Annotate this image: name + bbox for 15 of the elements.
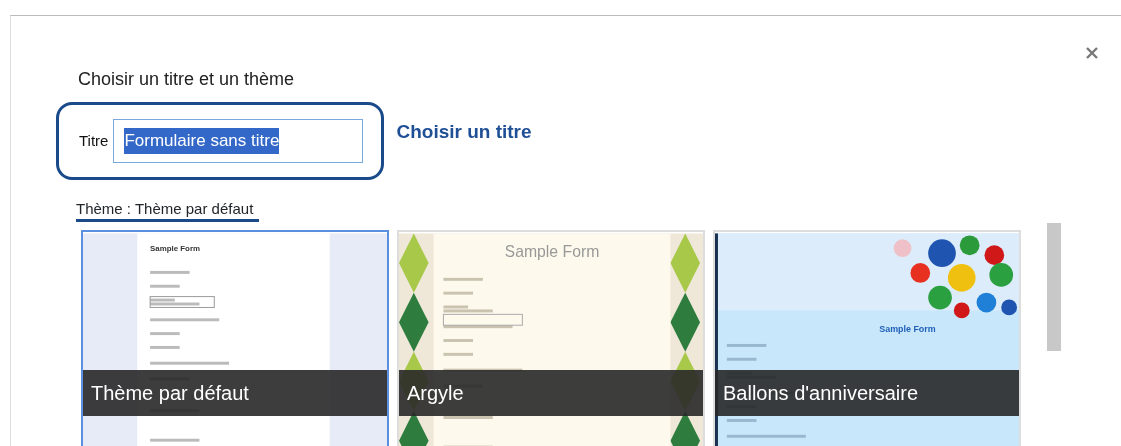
scrollbar-thumb[interactable]: [1047, 223, 1061, 351]
theme-label: Thème : Thème par défaut: [76, 200, 260, 222]
theme-caption: Thème par défaut: [83, 370, 387, 416]
preview-title: Sample Form: [150, 244, 200, 254]
title-field[interactable]: Formulaire sans titre: [113, 119, 364, 163]
dialog-heading: Choisir un titre et un thème: [78, 68, 296, 90]
annotation-text: Choisir un titre: [396, 120, 532, 144]
theme-caption: Argyle: [399, 370, 703, 416]
theme-thumbnail[interactable]: Sample Form Thème par défaut: [81, 230, 389, 446]
theme-thumbnail[interactable]: Sample Form Ballons d'anniversaire: [713, 230, 1021, 446]
preview-title: Sample Form: [504, 243, 600, 261]
preview-title: Sample Form: [879, 324, 936, 335]
theme-thumbnail[interactable]: Sample Form Argyle: [397, 230, 705, 446]
theme-caption: Ballons d'anniversaire: [715, 370, 1019, 416]
title-label: Titre: [79, 130, 109, 151]
